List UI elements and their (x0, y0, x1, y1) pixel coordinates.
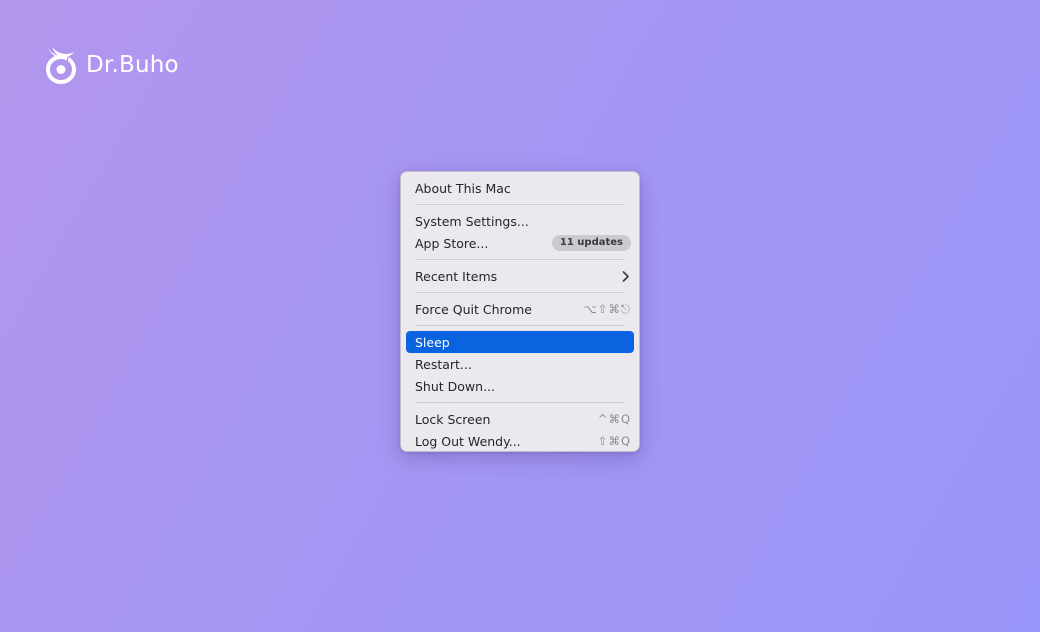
menu-item-label: System Settings... (415, 213, 529, 229)
keyboard-shortcut: ⇧⌘Q (597, 434, 631, 448)
menu-separator (415, 204, 625, 205)
menu-item-label: Recent Items (415, 268, 498, 284)
menu-separator (415, 259, 625, 260)
menu-item-label: App Store... (415, 235, 489, 251)
menu-item-label: Sleep (415, 334, 450, 350)
menu-item-recent-items[interactable]: Recent Items (406, 265, 634, 287)
menu-item-label: Restart... (415, 356, 472, 372)
menu-item-system-settings[interactable]: System Settings... (406, 210, 634, 232)
menu-item-log-out[interactable]: Log Out Wendy... ⇧⌘Q (406, 430, 634, 452)
menu-item-label: Lock Screen (415, 411, 491, 427)
menu-item-lock-screen[interactable]: Lock Screen ^⌘Q (406, 408, 634, 430)
keyboard-shortcut: ⌥⇧⌘⎋ (583, 301, 631, 316)
brand-logo: Dr.Buho (42, 42, 179, 86)
chevron-right-icon (622, 270, 629, 282)
menu-separator (415, 292, 625, 293)
menu-item-label: Shut Down... (415, 378, 495, 394)
menu-item-label: Log Out Wendy... (415, 433, 521, 449)
menu-item-restart[interactable]: Restart... (406, 353, 634, 375)
apple-menu: About This Mac System Settings... App St… (400, 171, 640, 452)
menu-item-force-quit[interactable]: Force Quit Chrome ⌥⇧⌘⎋ (406, 298, 634, 320)
menu-separator (415, 402, 625, 403)
menu-item-label: About This Mac (415, 180, 511, 196)
menu-item-label: Force Quit Chrome (415, 301, 532, 317)
menu-separator (415, 325, 625, 326)
menu-item-about-this-mac[interactable]: About This Mac (406, 177, 634, 199)
owl-swirl-icon (46, 46, 76, 84)
brand-name: Dr.Buho (86, 52, 179, 78)
keyboard-shortcut: ^⌘Q (597, 412, 631, 426)
menu-item-shut-down[interactable]: Shut Down... (406, 375, 634, 397)
menu-item-sleep[interactable]: Sleep (406, 331, 634, 353)
menu-item-app-store[interactable]: App Store... 11 updates (406, 232, 634, 254)
updates-badge: 11 updates (551, 235, 631, 251)
